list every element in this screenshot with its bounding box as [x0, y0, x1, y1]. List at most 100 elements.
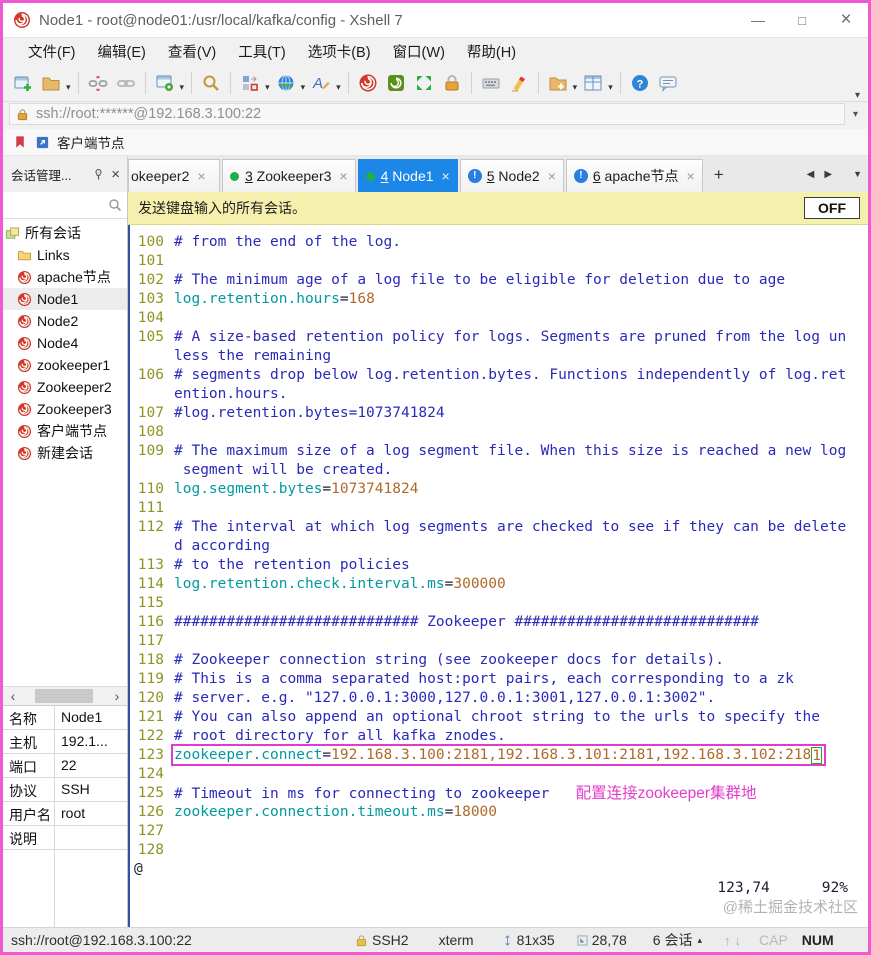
scroll-down-icon[interactable]: ↓ — [733, 933, 744, 948]
sidebar-item-Zookeeper3[interactable]: Zookeeper3 — [3, 398, 127, 420]
close-tab-icon[interactable]: × — [339, 168, 347, 184]
reconnect-icon — [116, 73, 136, 93]
minimize-button[interactable]: — — [736, 12, 780, 28]
broadcast-off-button[interactable]: OFF — [804, 197, 860, 219]
scrollbar-track[interactable] — [23, 687, 107, 705]
tile-button[interactable] — [580, 69, 606, 97]
tab-navigation: ◀ ▶ ▼ — [802, 156, 868, 192]
new-folder-button[interactable] — [545, 69, 571, 97]
line-number: 126 — [137, 804, 164, 820]
scroll-up-icon[interactable]: ↑ — [722, 933, 733, 948]
xshell-icon — [358, 73, 378, 93]
new-folder-dropdown-icon[interactable]: ▾ — [573, 82, 578, 93]
bookmark-flag-icon[interactable] — [13, 135, 28, 150]
menu-item-6[interactable]: 帮助(H) — [456, 41, 527, 62]
menu-item-4[interactable]: 选项卡(B) — [297, 41, 382, 62]
encoding-dropdown-icon[interactable]: ▾ — [301, 82, 306, 93]
sidebar-item-Zookeeper2[interactable]: Zookeeper2 — [3, 376, 127, 398]
lock-button[interactable] — [439, 69, 465, 97]
close-tab-icon[interactable]: × — [442, 168, 450, 184]
find-button[interactable] — [198, 69, 224, 97]
toolbar-separator — [537, 72, 539, 94]
open-button[interactable] — [38, 69, 64, 97]
xftp-button[interactable] — [383, 69, 409, 97]
compose-dropdown-icon[interactable]: ▾ — [265, 82, 270, 93]
menu-item-0[interactable]: 文件(F) — [17, 41, 87, 62]
line-text: ############################ Zookeeper #… — [174, 614, 759, 630]
menu-item-5[interactable]: 窗口(W) — [382, 41, 456, 62]
font-dropdown-icon[interactable]: ▾ — [336, 82, 341, 93]
launch-session-icon[interactable] — [35, 135, 50, 150]
keyboard-button[interactable] — [478, 69, 504, 97]
font-button[interactable]: A — [308, 69, 334, 97]
properties-dropdown-icon[interactable]: ▾ — [180, 82, 185, 93]
tab-Node1[interactable]: 4 Node1 × — [357, 159, 458, 192]
toolbar: ▾ ▾ ▾ ▾ A ▾ ▾ ▾? ▾ — [3, 65, 868, 102]
tab-list-dropdown-icon[interactable]: ▼ — [837, 169, 862, 179]
menu-item-2[interactable]: 查看(V) — [157, 41, 227, 62]
encoding-button[interactable] — [273, 69, 299, 97]
disconnect-button[interactable] — [85, 69, 111, 97]
properties-button[interactable] — [152, 69, 178, 97]
close-panel-icon[interactable]: × — [105, 166, 123, 183]
open-dropdown-icon[interactable]: ▾ — [66, 82, 71, 93]
scrollbar-thumb[interactable] — [35, 688, 93, 703]
feedback-button[interactable] — [655, 69, 681, 97]
session-swirl-icon — [17, 270, 32, 285]
address-dropdown-icon[interactable]: ▾ — [845, 109, 862, 120]
sidebar-item-zookeeper1[interactable]: zookeeper1 — [3, 354, 127, 376]
toolbar-separator — [230, 72, 232, 94]
menu-item-1[interactable]: 编辑(E) — [87, 41, 157, 62]
sidebar-item-Node1[interactable]: Node1 — [3, 288, 127, 310]
line-number — [134, 537, 164, 556]
terminal-screen[interactable]: 100 # from the end of the log. 101 102 # The… — [128, 225, 868, 927]
highlight-button[interactable] — [506, 69, 532, 97]
close-tab-icon[interactable]: × — [687, 168, 695, 184]
scroll-right-icon[interactable]: › — [107, 687, 127, 705]
close-tab-icon[interactable]: × — [197, 168, 205, 184]
pin-icon[interactable] — [92, 168, 105, 181]
status-session-count[interactable]: 6 会话 ▴ — [653, 930, 702, 950]
compose-button[interactable] — [237, 69, 263, 97]
sidebar-item-Node4[interactable]: Node4 — [3, 332, 127, 354]
new-tab-button[interactable]: + — [705, 165, 733, 185]
property-key: 协议 — [3, 777, 55, 801]
sidebar-item-客户端节点[interactable]: 客户端节点 — [3, 420, 127, 442]
toolbar-separator — [77, 72, 79, 94]
tab-okeeper2[interactable]: okeeper2 × — [128, 159, 220, 192]
new-session-button[interactable] — [10, 69, 36, 97]
line-text: # This is a comma separated host:port pa… — [174, 671, 794, 687]
tile-dropdown-icon[interactable]: ▾ — [608, 82, 613, 93]
sidebar-item-新建会话[interactable]: 新建会话 — [3, 442, 127, 464]
property-value: Node1 — [61, 708, 103, 725]
close-tab-icon[interactable]: × — [548, 168, 556, 184]
tab-label: 4 Node1 — [380, 168, 434, 184]
sidebar-item-所有会话[interactable]: 所有会话 — [3, 222, 127, 244]
scroll-left-icon[interactable]: ‹ — [3, 687, 23, 705]
tab-apache节点[interactable]: ! 6 apache节点 × — [565, 159, 703, 192]
tab-scroll-right-icon[interactable]: ▶ — [819, 169, 837, 180]
maximize-button[interactable]: □ — [780, 13, 824, 28]
help-button[interactable]: ? — [627, 69, 653, 97]
reconnect-button[interactable] — [113, 69, 139, 97]
terminal-line: 113 # to the retention policies — [134, 556, 868, 575]
line-number: 101 — [137, 253, 164, 269]
xshell-button[interactable] — [355, 69, 381, 97]
line-number: 113 — [137, 557, 164, 573]
tab-Node2[interactable]: ! 5 Node2 × — [459, 159, 564, 192]
fullscreen-icon — [414, 73, 434, 93]
close-button[interactable]: × — [824, 9, 868, 31]
sidebar-item-apache节点[interactable]: apache节点 — [3, 266, 127, 288]
quick-bar-session-label[interactable]: 客户端节点 — [57, 132, 125, 152]
tab-scroll-left-icon[interactable]: ◀ — [802, 169, 820, 180]
line-text: # server. e.g. "127.0.0.1:3000,127.0.0.1… — [174, 690, 716, 706]
fullscreen-button[interactable] — [411, 69, 437, 97]
toolbar-overflow-icon[interactable]: ▾ — [855, 90, 862, 101]
sidebar-item-Node2[interactable]: Node2 — [3, 310, 127, 332]
sidebar-item-Links[interactable]: Links — [3, 244, 127, 266]
menu-item-3[interactable]: 工具(T) — [227, 41, 297, 62]
sidebar-item-label: 所有会话 — [25, 225, 81, 241]
tab-Zookeeper3[interactable]: 3 Zookeeper3 × — [222, 159, 356, 192]
address-field[interactable]: ssh://root:******@192.168.3.100:22 — [9, 103, 845, 125]
